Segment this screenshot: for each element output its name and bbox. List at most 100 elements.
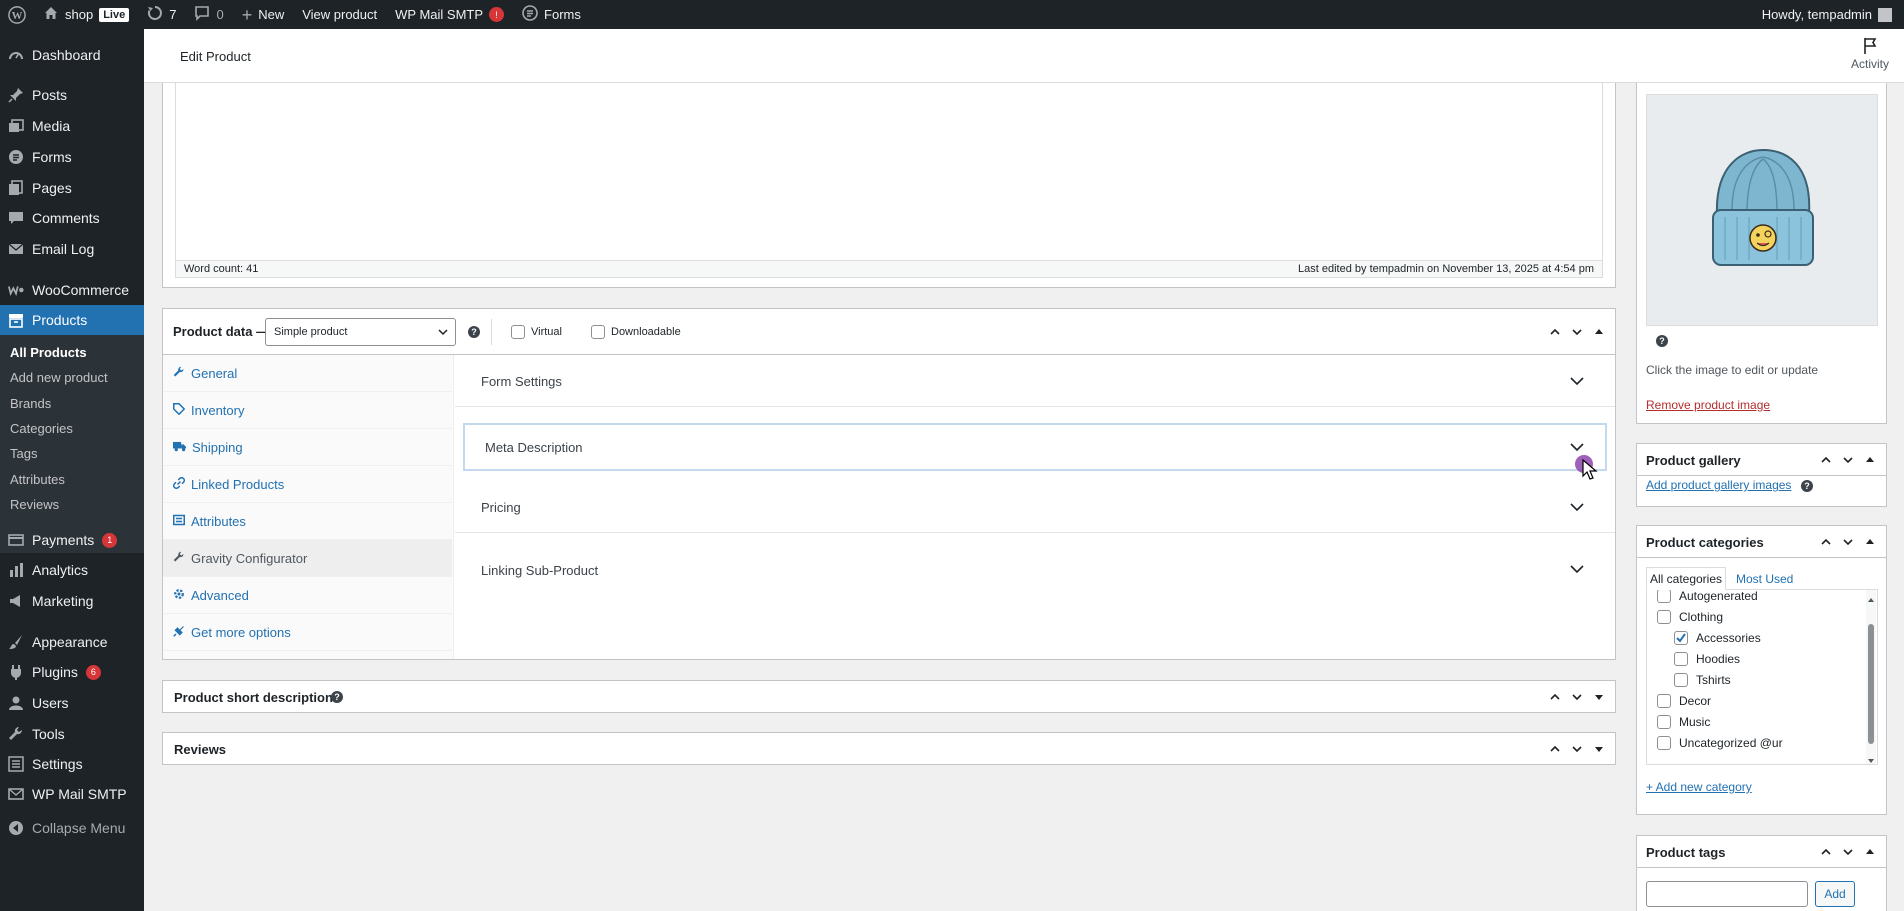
menu-email-log[interactable]: Email Log — [0, 234, 144, 264]
tab-linked-products[interactable]: Linked Products — [163, 466, 452, 503]
menu-plugins[interactable]: Plugins 6 — [0, 657, 144, 687]
menu-collapse[interactable]: Collapse Menu — [0, 813, 144, 843]
toggle-panel-icon[interactable] — [1591, 689, 1607, 705]
menu-users[interactable]: Users — [0, 688, 144, 718]
wp-mail-smtp-menu[interactable]: WP Mail SMTP ! — [386, 0, 513, 29]
section-form-settings[interactable]: Form Settings — [455, 357, 1615, 407]
move-up-icon[interactable] — [1547, 689, 1563, 705]
menu-analytics[interactable]: Analytics — [0, 555, 144, 585]
scroll-up-arrow-icon[interactable] — [1867, 592, 1875, 607]
toggle-panel-icon[interactable] — [1591, 324, 1607, 340]
wordpress-logo-icon[interactable]: W — [0, 0, 34, 29]
submenu-categories[interactable]: Categories — [10, 418, 73, 438]
help-icon[interactable]: ? — [468, 326, 480, 338]
submenu-brands[interactable]: Brands — [10, 393, 51, 413]
move-up-icon[interactable] — [1547, 324, 1563, 340]
toggle-panel-icon[interactable] — [1862, 452, 1878, 468]
menu-marketing[interactable]: Marketing — [0, 586, 144, 616]
scroll-down-arrow-icon[interactable] — [1867, 753, 1875, 764]
submenu-reviews[interactable]: Reviews — [10, 494, 59, 514]
toggle-panel-icon[interactable] — [1862, 844, 1878, 860]
submenu-all-products[interactable]: All Products — [10, 342, 87, 362]
new-content-menu[interactable]: + New — [233, 0, 294, 29]
move-up-icon[interactable] — [1818, 844, 1834, 860]
move-down-icon[interactable] — [1569, 324, 1585, 340]
category-item[interactable]: Hoodies — [1674, 652, 1740, 666]
product-image[interactable] — [1646, 94, 1878, 326]
help-icon[interactable]: ? — [1801, 480, 1813, 492]
tag-input[interactable] — [1646, 881, 1808, 907]
category-checkbox[interactable] — [1657, 610, 1671, 624]
tab-most-used[interactable]: Most Used — [1736, 572, 1793, 586]
reviews-title[interactable]: Reviews — [174, 742, 226, 757]
site-name-menu[interactable]: shop Live — [34, 0, 138, 29]
tab-gravity-configurator[interactable]: Gravity Configurator — [163, 540, 452, 577]
move-down-icon[interactable] — [1569, 689, 1585, 705]
product-type-select[interactable]: Simple product — [265, 318, 456, 346]
category-checkbox[interactable] — [1674, 652, 1688, 666]
move-down-icon[interactable] — [1840, 452, 1856, 468]
section-meta-description[interactable]: Meta Description — [463, 423, 1607, 471]
menu-products[interactable]: Products — [0, 305, 144, 335]
editor-textarea[interactable] — [175, 83, 1603, 261]
toggle-panel-icon[interactable] — [1591, 741, 1607, 757]
tab-shipping[interactable]: Shipping — [163, 429, 452, 466]
category-checkbox[interactable] — [1657, 694, 1671, 708]
downloadable-checkbox[interactable]: Downloadable — [591, 325, 681, 339]
menu-pages[interactable]: Pages — [0, 173, 144, 203]
toggle-panel-icon[interactable] — [1862, 534, 1878, 550]
category-item[interactable]: Decor — [1657, 694, 1711, 708]
add-tag-button[interactable]: Add — [1815, 881, 1855, 907]
menu-settings[interactable]: Settings — [0, 749, 144, 779]
category-item[interactable]: Accessories — [1674, 631, 1761, 645]
section-linking-sub-product[interactable]: Linking Sub-Product — [455, 545, 1615, 595]
menu-media[interactable]: Media — [0, 111, 144, 141]
tab-general[interactable]: General — [163, 355, 452, 392]
scroll-thumb[interactable] — [1868, 624, 1874, 744]
move-down-icon[interactable] — [1840, 534, 1856, 550]
move-down-icon[interactable] — [1840, 844, 1856, 860]
category-checkbox-checked[interactable] — [1674, 631, 1688, 645]
submenu-attributes[interactable]: Attributes — [10, 469, 65, 489]
tab-get-more-options[interactable]: Get more options — [163, 614, 452, 651]
virtual-checkbox[interactable]: Virtual — [511, 325, 562, 339]
menu-posts[interactable]: Posts — [0, 80, 144, 110]
activity-button[interactable]: Activity — [1848, 37, 1892, 71]
category-checkbox[interactable] — [1674, 673, 1688, 687]
move-down-icon[interactable] — [1569, 741, 1585, 757]
category-item[interactable]: Autogenerated — [1657, 590, 1758, 603]
add-gallery-images-link[interactable]: Add product gallery images — [1646, 478, 1791, 492]
submenu-tags[interactable]: Tags — [10, 443, 37, 463]
remove-product-image-link[interactable]: Remove product image — [1646, 398, 1770, 412]
category-item[interactable]: Uncategorized @ur — [1657, 736, 1783, 750]
section-pricing[interactable]: Pricing — [455, 483, 1615, 533]
help-icon[interactable]: ? — [1656, 335, 1668, 347]
gallery-title[interactable]: Product gallery — [1646, 453, 1741, 468]
menu-comments[interactable]: Comments — [0, 203, 144, 233]
submenu-add-new-product[interactable]: Add new product — [10, 367, 108, 387]
add-new-category-link[interactable]: + Add new category — [1646, 780, 1752, 794]
category-checkbox[interactable] — [1657, 736, 1671, 750]
categories-title[interactable]: Product categories — [1646, 535, 1764, 550]
menu-appearance[interactable]: Appearance — [0, 627, 144, 657]
updates-menu[interactable]: 7 — [138, 0, 185, 29]
menu-dashboard[interactable]: Dashboard — [0, 40, 144, 70]
tab-advanced[interactable]: Advanced — [163, 577, 452, 614]
menu-wp-mail-smtp[interactable]: WP Mail SMTP — [0, 779, 144, 809]
my-account-menu[interactable]: Howdy, tempadmin — [1762, 0, 1892, 29]
tab-inventory[interactable]: Inventory — [163, 392, 452, 429]
downloadable-checkbox-box[interactable] — [591, 325, 605, 339]
menu-woocommerce[interactable]: WooCommerce — [0, 275, 144, 305]
move-up-icon[interactable] — [1547, 741, 1563, 757]
short-description-title[interactable]: Product short description — [174, 690, 333, 705]
virtual-checkbox-box[interactable] — [511, 325, 525, 339]
menu-forms[interactable]: Forms — [0, 142, 144, 172]
help-icon[interactable]: ? — [331, 691, 343, 703]
tab-attributes[interactable]: Attributes — [163, 503, 452, 540]
tags-title[interactable]: Product tags — [1646, 845, 1725, 860]
menu-payments[interactable]: Payments 1 — [0, 525, 144, 555]
categories-checklist[interactable]: Autogenerated Clothing Accessories Hoodi… — [1646, 589, 1878, 765]
move-up-icon[interactable] — [1818, 534, 1834, 550]
category-item[interactable]: Tshirts — [1674, 673, 1731, 687]
tab-all-categories[interactable]: All categories — [1646, 567, 1726, 590]
